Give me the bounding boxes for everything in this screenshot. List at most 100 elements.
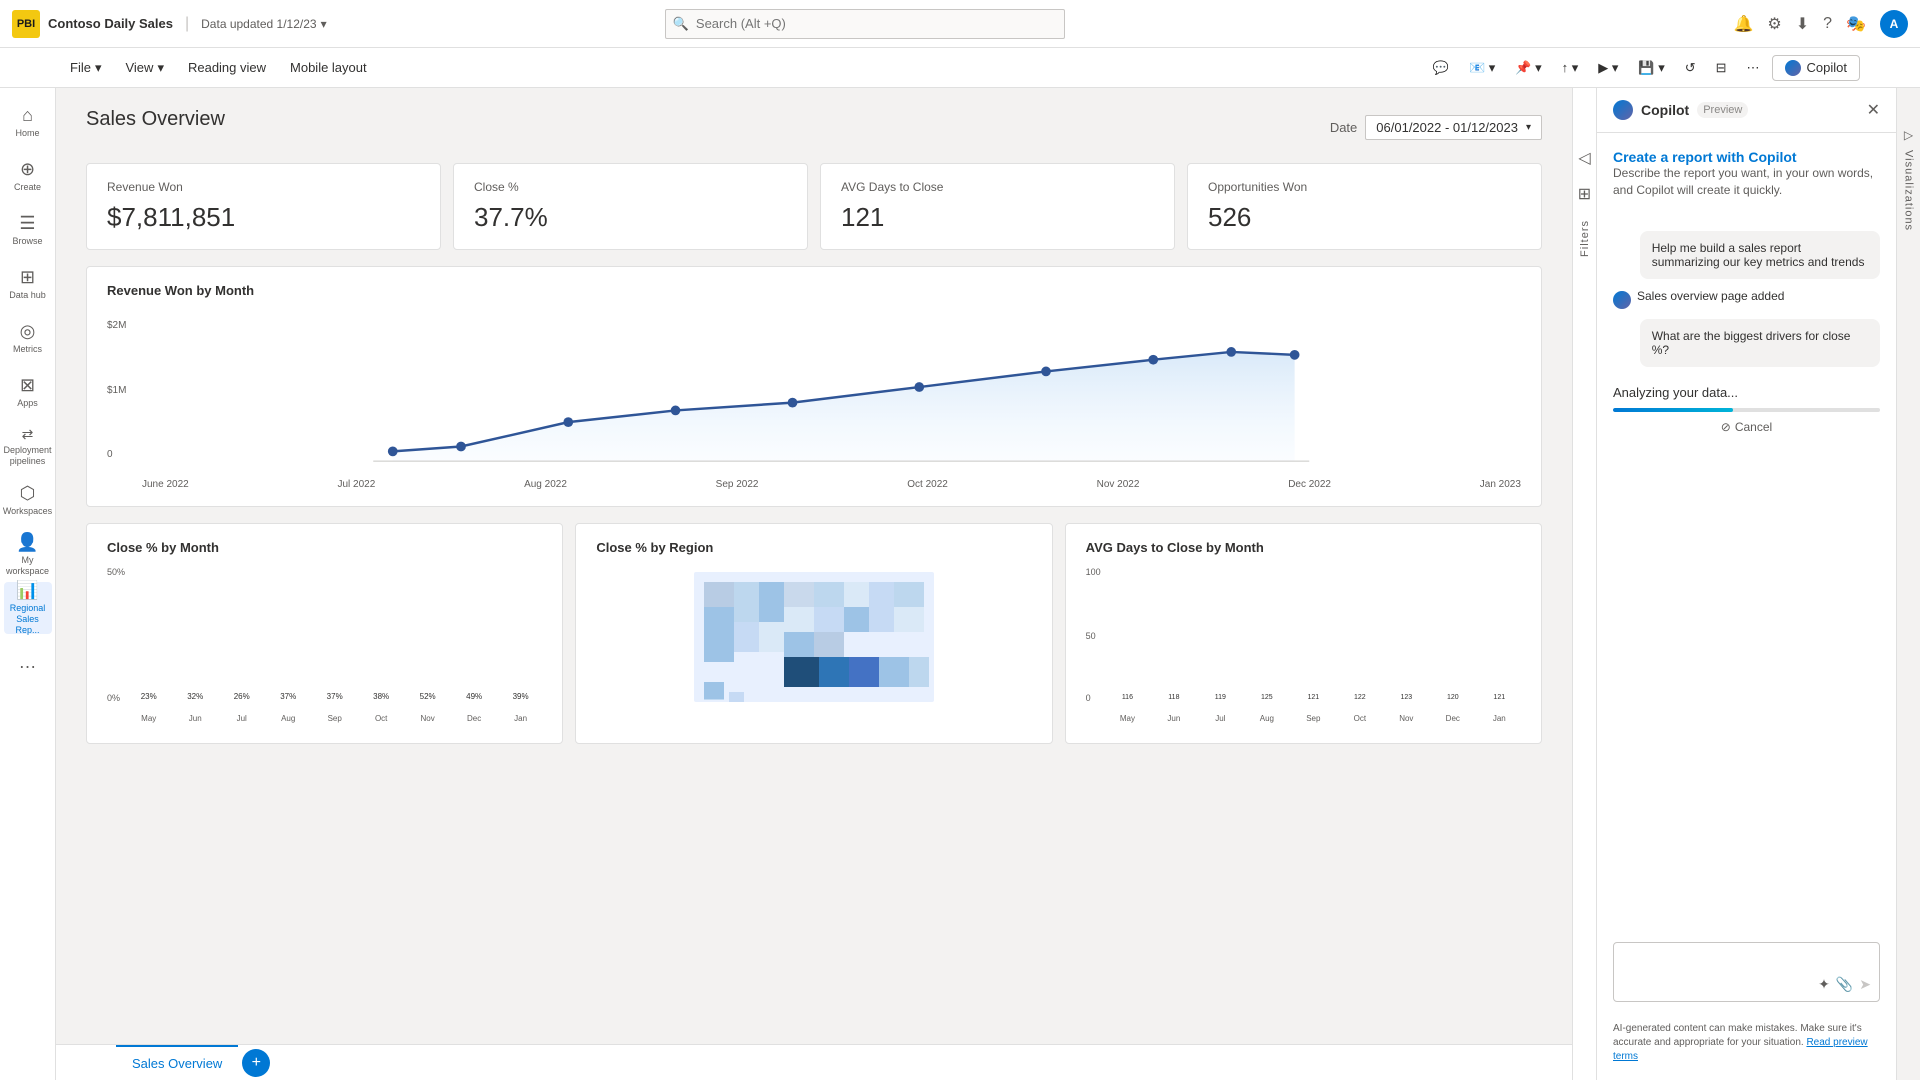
view-menu[interactable]: View ▾ (115, 56, 173, 80)
reading-view-btn[interactable]: Reading view (178, 56, 276, 79)
copilot-analyzing-text: Analyzing your data... (1613, 377, 1880, 408)
sidebar-item-more[interactable]: … (4, 636, 52, 688)
sidebar-item-browse[interactable]: ☰ Browse (4, 204, 52, 256)
revenue-dot-5 (788, 398, 798, 408)
help-icon[interactable]: ? (1823, 15, 1832, 33)
x-label-jul22: Jul 2022 (337, 479, 375, 490)
close-bar-oct: 38% (359, 692, 402, 703)
present-btn[interactable]: ▶ ▾ (1590, 56, 1626, 80)
viz-collapse-icon[interactable]: ▷ (1904, 128, 1913, 142)
tabs-container: Sales Overview (116, 1045, 238, 1080)
sidebar-item-apps[interactable]: ⊠ Apps (4, 366, 52, 418)
x-label-jan23: Jan 2023 (1480, 479, 1521, 490)
sidebar-item-regional-sales[interactable]: 📊 Regional Sales Rep... (4, 582, 52, 634)
date-label: Date (1330, 120, 1357, 135)
date-chevron-icon: ▾ (1526, 122, 1531, 133)
viz-panel: ▷ Visualizations (1896, 88, 1920, 1080)
date-range-picker[interactable]: 06/01/2022 - 01/12/2023 ▾ (1365, 115, 1542, 140)
bookmark-btn[interactable]: 📌 ▾ (1507, 56, 1549, 80)
copilot-input-icons: ✦ 📎 ➤ (1818, 976, 1871, 993)
regional-sales-icon: 📊 (16, 580, 38, 601)
subscribe-btn[interactable]: 📧 ▾ (1461, 56, 1503, 80)
copilot-close-button[interactable]: ✕ (1867, 100, 1880, 120)
state-wa (704, 582, 734, 607)
revenue-dot-8 (1148, 355, 1158, 365)
avg-bars-container: 116 118 119 (1106, 575, 1521, 703)
file-menu[interactable]: File ▾ (60, 56, 111, 80)
revenue-dot-3 (563, 417, 573, 427)
kpi-revenue-label: Revenue Won (107, 180, 420, 194)
x-label-dec22: Dec 2022 (1288, 479, 1331, 490)
close-y-0: 0% (107, 693, 120, 703)
revenue-dot-10 (1290, 350, 1300, 360)
state-fl (909, 657, 929, 687)
state-la (819, 657, 849, 687)
more-options-btn[interactable]: ⋯ (1739, 56, 1768, 80)
user-avatar[interactable]: A (1880, 10, 1908, 38)
revenue-dot-7 (1041, 367, 1051, 377)
copilot-attach-icon[interactable]: 📎 (1836, 976, 1853, 993)
kpi-close-label: Close % (474, 180, 787, 194)
revenue-chart-section: Revenue Won by Month $2M $1M 0 (86, 266, 1542, 507)
sidebar: ⌂ Home ⊕ Create ☰ Browse ⊞ Data hub ◎ Me… (0, 88, 56, 1080)
kpi-avgdays-label: AVG Days to Close (841, 180, 1154, 194)
copilot-sparkle-icon[interactable]: ✦ (1818, 976, 1830, 993)
copilot-icon (1613, 100, 1633, 120)
close-bar-sep: 37% (313, 692, 356, 703)
copilot-disclaimer: AI-generated content can make mistakes. … (1613, 1022, 1880, 1064)
notifications-icon[interactable]: 🔔 (1734, 14, 1754, 34)
feedback-icon[interactable]: 🎭 (1846, 14, 1866, 34)
state-pa (869, 607, 894, 632)
copilot-progress-bar (1613, 408, 1733, 412)
sidebar-item-my-workspace[interactable]: 👤 My workspace (4, 528, 52, 580)
kpi-close-value: 37.7% (474, 202, 787, 233)
close-x-axis: May Jun Jul Aug Sep Oct Nov Dec Jan (127, 714, 542, 723)
more-icon: … (19, 652, 37, 673)
filters-icon[interactable]: ⊞ (1578, 184, 1591, 204)
x-label-nov22: Nov 2022 (1097, 479, 1140, 490)
save-btn[interactable]: 💾 ▾ (1630, 56, 1672, 80)
copilot-toolbar-btn[interactable]: Copilot (1772, 55, 1860, 81)
refresh-btn[interactable]: ↺ (1677, 56, 1704, 80)
revenue-chart-title: Revenue Won by Month (107, 283, 1521, 298)
copilot-send-icon[interactable]: ➤ (1859, 976, 1871, 993)
kpi-cards: Revenue Won $7,811,851 Close % 37.7% AVG… (86, 163, 1542, 250)
close-bars-container: 23% 32% 26% (127, 575, 542, 703)
filters-collapse-icon[interactable]: ◁ (1578, 148, 1590, 168)
close-by-month-card: Close % by Month 50% 0% 23% 32% (86, 523, 563, 744)
share-btn[interactable]: ↑ ▾ (1554, 56, 1587, 80)
close-by-month-chart: 50% 0% 23% 32% 26% (107, 567, 542, 727)
state-nd (784, 582, 814, 607)
comment-btn[interactable]: 💬 (1425, 56, 1457, 80)
search-input[interactable] (665, 9, 1065, 39)
cancel-icon: ⊘ (1721, 420, 1731, 434)
close-by-region-card: Close % by Region (575, 523, 1052, 744)
sidebar-item-metrics[interactable]: ◎ Metrics (4, 312, 52, 364)
sidebar-item-create[interactable]: ⊕ Create (4, 150, 52, 202)
avg-y-50: 50 (1086, 631, 1096, 641)
sidebar-item-deployment[interactable]: ⇄ Deployment pipelines (4, 420, 52, 472)
avg-y-0: 0 (1086, 693, 1091, 703)
close-bar-dec: 49% (452, 692, 495, 703)
add-tab-button[interactable]: + (242, 1049, 270, 1077)
x-label-sep22: Sep 2022 (716, 479, 759, 490)
workspaces-icon: ⬡ (20, 483, 36, 504)
kpi-revenue-value: $7,811,851 (107, 202, 420, 233)
copilot-bot-icon-1 (1613, 291, 1631, 309)
copilot-cancel-button[interactable]: ⊘ Cancel (1613, 420, 1880, 434)
sidebar-item-workspaces[interactable]: ⬡ Workspaces (4, 474, 52, 526)
close-y-50: 50% (107, 567, 125, 577)
copilot-user-msg-1: Help me build a sales report summarizing… (1640, 231, 1880, 279)
settings-icon[interactable]: ⚙ (1767, 14, 1781, 34)
my-workspace-icon: 👤 (16, 532, 38, 553)
duplicate-btn[interactable]: ⊟ (1708, 56, 1735, 80)
data-hub-icon: ⊞ (20, 267, 35, 288)
mobile-layout-btn[interactable]: Mobile layout (280, 56, 377, 79)
report-area: Sales Overview Date 06/01/2022 - 01/12/2… (56, 88, 1572, 1080)
tab-sales-overview[interactable]: Sales Overview (116, 1045, 238, 1080)
date-filter: Date 06/01/2022 - 01/12/2023 ▾ (1330, 115, 1542, 140)
sidebar-item-data-hub[interactable]: ⊞ Data hub (4, 258, 52, 310)
revenue-dot-4 (671, 406, 681, 416)
download-icon[interactable]: ⬇ (1796, 14, 1809, 34)
sidebar-item-home[interactable]: ⌂ Home (4, 96, 52, 148)
